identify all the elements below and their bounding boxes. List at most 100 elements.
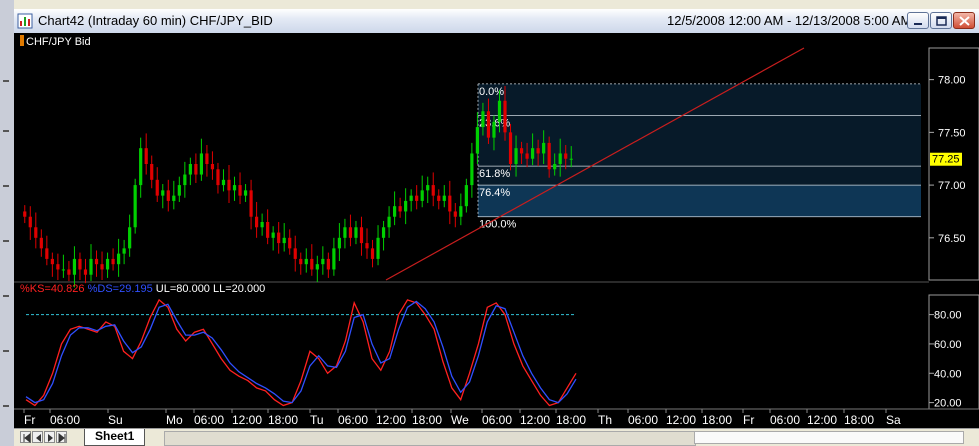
chart-app-icon [17,13,33,29]
candle-body [348,227,353,238]
candle-body [172,195,176,201]
candle-body [205,153,209,164]
chart-canvas[interactable]: 0.0%23.6%61.8%76.4%100.0% 78.0077.5077.0… [14,33,979,428]
sheet-tab-bar: Sheet1 [14,428,979,446]
time-axis-label: 18:00 [556,413,586,427]
candle-body [387,216,391,228]
candle-body [255,216,259,228]
last-price-label: 77.25 [932,154,960,166]
candle-body [216,169,220,186]
candle-body [310,258,314,270]
candle-body [139,148,143,186]
stochastic-lines [25,298,577,407]
candle-body [61,269,65,271]
candle-body [558,153,562,164]
time-axis-label: 12:00 [376,413,406,427]
candle-body [34,227,38,238]
candle-body [293,248,297,259]
time-axis-label: 06:00 [482,413,512,427]
candle-body [365,243,369,249]
candle-body [359,227,364,244]
fib-band-lower [478,185,921,217]
candle-body [492,121,496,138]
time-axis-label: 06:00 [50,413,80,427]
time-axis-label: 06:00 [338,413,368,427]
next-sheet-button[interactable] [44,431,55,443]
candle-body [337,237,341,249]
candle-body [183,174,187,186]
price-axis-label: 77.50 [938,127,966,139]
time-axis-label: 18:00 [412,413,442,427]
candle-body [531,148,535,159]
time-axis-label: Tu [310,413,324,427]
candle-body [514,148,518,164]
candle-body [288,237,292,249]
candle-body [78,258,82,270]
candle-body [332,248,336,270]
first-sheet-button[interactable] [20,431,31,443]
time-axis-label: 06:00 [194,413,224,427]
ll-value: LL=20.000 [213,283,266,295]
candle-body [564,153,568,159]
candle-body [232,185,237,191]
candle-body [128,227,132,249]
candle-body [508,132,513,164]
stoch-axis-label: 20.00 [934,398,962,410]
candle-body [39,237,43,249]
candle-body [227,179,231,191]
close-icon [959,16,970,26]
candle-body [409,195,413,201]
maximize-icon [936,16,947,26]
candle-body [249,190,253,217]
candle-body [536,148,540,154]
candle-body [221,179,226,186]
candle-body [437,195,441,201]
candle-body [94,258,99,265]
candle-body [89,258,93,275]
chart-area[interactable]: 0.0%23.6%61.8%76.4%100.0% 78.0077.5077.0… [14,33,979,428]
fib-level-label: 61.8% [479,168,510,180]
date-range: 12/5/2008 12:00 AM - 12/13/2008 5:00 AM [667,13,912,28]
left-screen-strip [0,0,14,446]
candle-body [475,127,479,154]
candle-body [381,227,386,238]
time-axis-label: Fr [743,413,754,427]
horizontal-scroll-thumb[interactable] [694,431,964,444]
time-axis-label: Su [108,413,123,427]
candle-body [470,153,474,186]
time-axis-label: Fr [24,413,35,427]
fib-level-label: 0.0% [479,86,504,98]
last-sheet-button[interactable] [56,431,67,443]
candle-body [459,206,463,217]
close-button[interactable] [953,12,975,29]
candle-body [67,269,71,275]
candle-body [56,264,60,270]
price-pane-title-text: CHF/JPY Bid [26,36,91,48]
candle-body [282,237,286,244]
candle-body [315,264,319,270]
candle-body [266,222,270,238]
candle-body [370,248,375,259]
candle-body [304,258,308,265]
candle-body [519,148,524,154]
maximize-button[interactable] [930,12,952,29]
minimize-button[interactable] [907,12,929,29]
candle-body [453,211,457,217]
indicator-legend: %KS=40.826 %DS=29.195 UL=80.000 LL=20.00… [20,283,265,295]
first-sheet-icon [23,433,31,443]
last-sheet-icon [58,433,66,443]
prev-sheet-button[interactable] [32,431,43,443]
time-axis-label: 18:00 [702,413,732,427]
candle-body [238,185,242,196]
time-axis-label: 12:00 [232,413,262,427]
stoch-axis-label: 60.00 [934,339,962,351]
candle-body [271,232,275,238]
candle-body [210,164,215,170]
time-axis-label: 18:00 [268,413,298,427]
sheet-tab-sheet1[interactable]: Sheet1 [84,429,146,446]
horizontal-scrollbar[interactable] [164,431,696,446]
chart-window: Chart42 (Intraday 60 min) CHF/JPY_BID 12… [0,0,979,446]
time-axis-label: 12:00 [520,413,550,427]
window-titlebar[interactable]: Chart42 (Intraday 60 min) CHF/JPY_BID 12… [14,9,979,34]
candle-body [525,153,529,159]
